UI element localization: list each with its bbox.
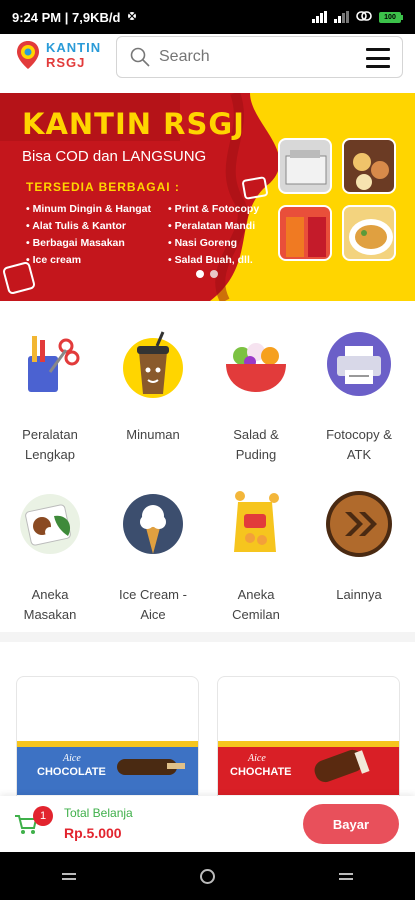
- product-image-chochate: Aice CHOCHATE: [218, 741, 399, 795]
- section-divider: [0, 632, 415, 642]
- app-header: KANTIN RSGJ: [0, 34, 415, 92]
- stationery-icon: [28, 336, 80, 392]
- ice-cream-icon: [123, 494, 183, 554]
- category-masakan[interactable]: Aneka Masakan: [0, 488, 100, 625]
- app-logo[interactable]: KANTIN RSGJ: [16, 40, 101, 70]
- category-label: Ice Cream - Aice: [119, 587, 187, 622]
- category-cemilan[interactable]: Aneka Cemilan: [206, 488, 306, 625]
- banner-item: Salad Buah, dll.: [168, 252, 259, 269]
- banner-item: Peralatan Mandi: [168, 218, 259, 235]
- hamburger-menu-icon[interactable]: [366, 48, 390, 68]
- product-image-chocolate: Aice CHOCOLATE: [17, 741, 198, 795]
- notification-icon: [126, 10, 138, 25]
- banner-photo-copier: [278, 138, 332, 194]
- banner-photo-drinks: [278, 205, 332, 261]
- category-minuman[interactable]: Minuman: [103, 328, 203, 445]
- banner-list-col2: Print & Fotocopy Peralatan Mandi Nasi Go…: [168, 201, 260, 269]
- category-label: Peralatan Lengkap: [22, 427, 78, 462]
- promo-banner[interactable]: KANTIN RSGJ Bisa COD dan LANGSUNG TERSED…: [0, 93, 415, 301]
- salad-bowl-icon: [226, 343, 286, 392]
- banner-item: Ice cream: [26, 252, 151, 269]
- category-label: Aneka Cemilan: [232, 587, 280, 622]
- category-fotocopy[interactable]: Fotocopy & ATK: [309, 328, 409, 465]
- category-label: Lainnya: [336, 587, 382, 602]
- search-input[interactable]: [159, 48, 329, 66]
- total-label: Total Belanja: [64, 806, 133, 820]
- banner-list-col1: Minum Dingin & Hangat Alat Tulis & Kanto…: [26, 201, 151, 269]
- logo-badge-icon: [17, 41, 39, 69]
- banner-subtitle: Bisa COD dan LANGSUNG: [22, 148, 207, 165]
- cart-count-badge: 1: [33, 806, 53, 826]
- signal-2-icon: [334, 11, 349, 23]
- printer-icon: [327, 332, 391, 396]
- banner-item: Berbagai Masakan: [26, 235, 151, 252]
- signal-icon: [312, 11, 327, 23]
- banner-item: Minum Dingin & Hangat: [26, 201, 151, 218]
- logo-line1: KANTIN: [46, 40, 102, 55]
- checkout-bar: 1 Total Belanja Rp.5.000 Bayar: [0, 796, 415, 852]
- product-name: CHOCHATE: [230, 766, 292, 778]
- logo-line2: RSGJ: [46, 55, 86, 70]
- search-box[interactable]: [116, 36, 403, 78]
- battery-level: 100: [379, 11, 401, 23]
- total-value: Rp.5.000: [64, 825, 122, 841]
- system-nav-bar: [0, 852, 415, 900]
- category-label: Aneka Masakan: [23, 587, 77, 622]
- more-chevron-icon: [326, 491, 392, 557]
- food-plate-icon: [20, 494, 80, 554]
- status-bar: 9:24 PM | 7,9KB/d 100: [0, 0, 415, 34]
- recent-apps-icon[interactable]: [49, 864, 89, 888]
- banner-available-heading: TERSEDIA BERBAGAI :: [26, 180, 180, 194]
- app-screen: 9:24 PM | 7,9KB/d 100 KANTIN RSGJ Search…: [0, 0, 415, 900]
- banner-item: Alat Tulis & Kantor: [26, 218, 151, 235]
- product-brand: Aice: [247, 753, 266, 764]
- category-salad[interactable]: Salad & Puding: [206, 328, 306, 465]
- product-name: CHOCOLATE: [37, 766, 106, 778]
- category-ice-cream[interactable]: Ice Cream - Aice: [103, 488, 203, 625]
- banner-title: KANTIN RSGJ: [22, 107, 245, 141]
- banner-dot[interactable]: [210, 270, 218, 278]
- status-time-speed: 9:24 PM | 7,9KB/d: [12, 9, 121, 25]
- snack-bag-icon: [234, 491, 279, 552]
- banner-item: Print & Fotocopy: [168, 201, 260, 218]
- banner-pagination[interactable]: [196, 270, 218, 278]
- banner-photo-pudding: [342, 138, 396, 194]
- back-icon[interactable]: [326, 864, 366, 888]
- home-icon[interactable]: [187, 864, 227, 888]
- banner-item: Nasi Goreng: [168, 235, 259, 252]
- drink-cup-icon: [123, 331, 183, 398]
- category-peralatan[interactable]: Peralatan Lengkap: [0, 328, 100, 465]
- category-label: Fotocopy & ATK: [326, 427, 392, 462]
- category-label: Minuman: [126, 427, 180, 442]
- search-icon: [130, 47, 150, 67]
- category-lainnya[interactable]: Lainnya: [309, 488, 409, 605]
- battery-icon: 100: [379, 11, 403, 23]
- pay-button[interactable]: Bayar: [303, 804, 399, 844]
- banner-dot-active[interactable]: [196, 270, 204, 278]
- product-brand: Aice: [62, 753, 81, 764]
- link-icon: [356, 10, 372, 25]
- banner-photo-fried-rice: [342, 205, 396, 261]
- category-label: Salad & Puding: [233, 427, 279, 462]
